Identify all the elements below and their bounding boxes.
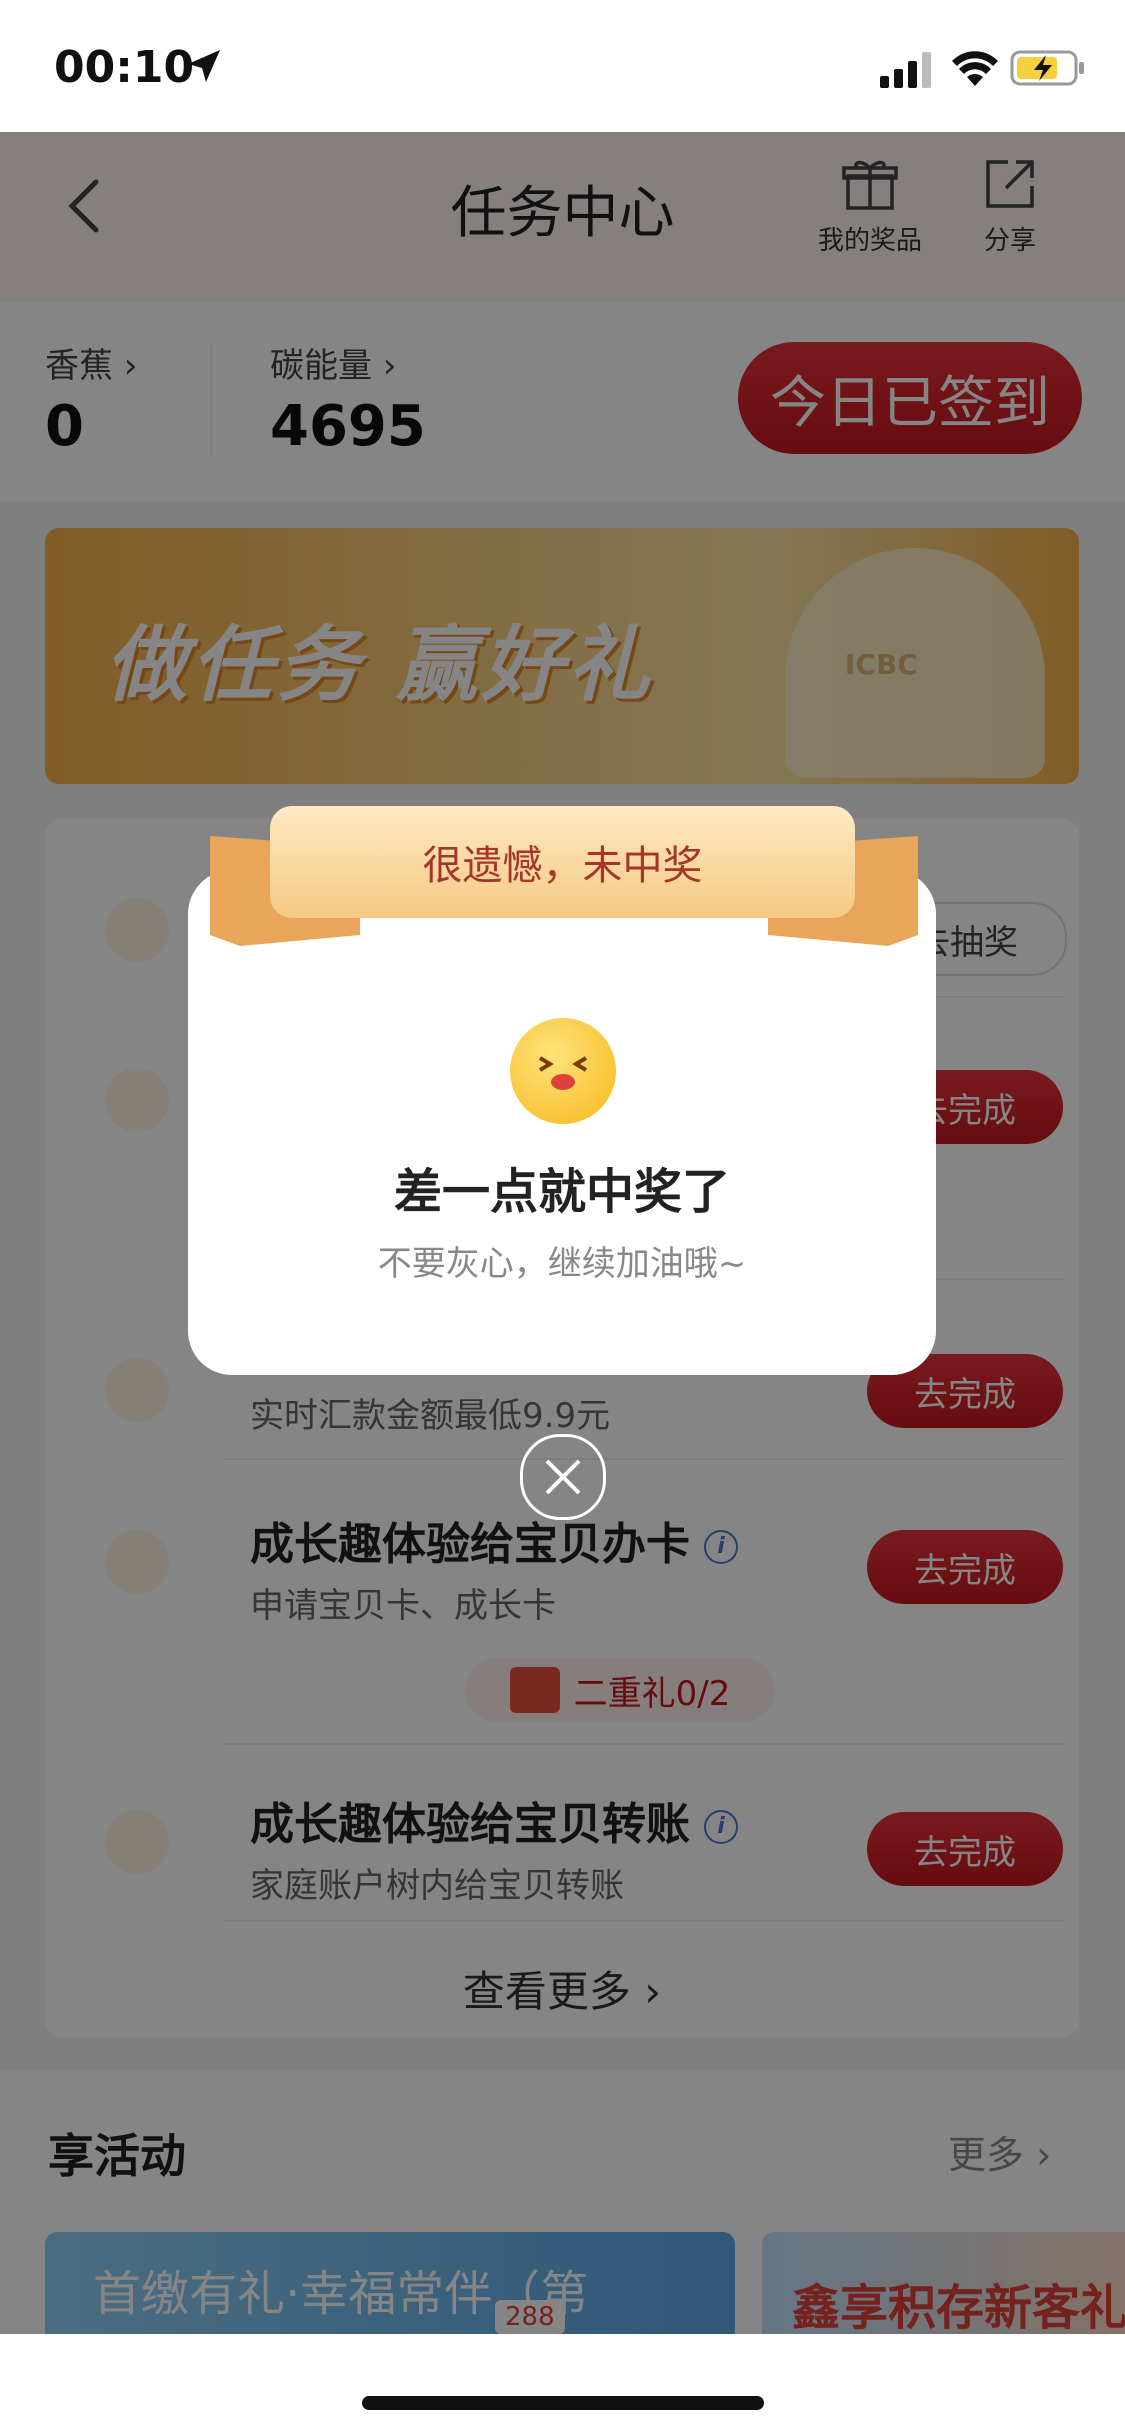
home-indicator-area: [0, 2334, 1125, 2436]
location-arrow-icon: [188, 50, 220, 82]
laughing-face-icon: [510, 1018, 616, 1124]
dialog-subtitle: 不要灰心，继续加油哦~: [377, 1244, 747, 1284]
result-ribbon: 很遗憾，未中奖: [270, 806, 855, 918]
status-time: 00:10: [54, 42, 195, 93]
battery-charging-icon: [1010, 50, 1084, 86]
dialog-title: 差一点就中奖了: [393, 1164, 730, 1220]
close-icon[interactable]: [520, 1434, 606, 1520]
cellular-signal-icon: [880, 52, 931, 88]
wifi-icon: [952, 51, 998, 86]
home-indicator[interactable]: [362, 2396, 764, 2410]
